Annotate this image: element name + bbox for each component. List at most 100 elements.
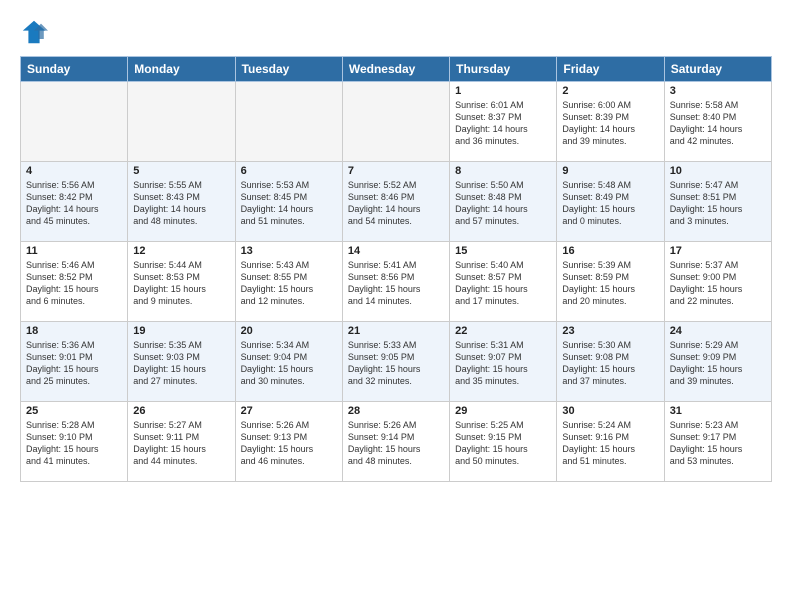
calendar-day-25: 25Sunrise: 5:28 AM Sunset: 9:10 PM Dayli… [21, 402, 128, 482]
calendar-week-row: 25Sunrise: 5:28 AM Sunset: 9:10 PM Dayli… [21, 402, 772, 482]
calendar-day-26: 26 Sunrise: 5:27 AM Sunset: 9:11 PM Dayli… [128, 402, 235, 482]
day-number: 9 [562, 165, 658, 177]
day-number: 30 [562, 405, 658, 417]
calendar-header-row: SundayMondayTuesdayWednesdayThursdayFrid… [21, 57, 772, 82]
day-info: Sunrise: 5:25 AM Sunset: 9:15 PM Dayligh… [455, 419, 551, 468]
day-info: Sunrise: 5:34 AM Sunset: 9:04 PM Dayligh… [241, 339, 337, 388]
day-number: 15 [455, 245, 551, 257]
day-info: Sunrise: 5:31 AM Sunset: 9:07 PM Dayligh… [455, 339, 551, 388]
calendar-day-10: 10Sunrise: 5:47 AM Sunset: 8:51 PM Dayli… [664, 162, 771, 242]
calendar-day-19: 19Sunrise: 5:35 AM Sunset: 9:03 PM Dayli… [128, 322, 235, 402]
calendar-day-18: 18 Sunrise: 5:36 AM Sunset: 9:01 PM Dayli… [21, 322, 128, 402]
calendar-day-4: 4 Sunrise: 5:56 AM Sunset: 8:42 PM Daylig… [21, 162, 128, 242]
day-info: Sunrise: 5:30 AM Sunset: 9:08 PM Dayligh… [562, 339, 658, 388]
logo [20, 18, 52, 46]
day-number: 18 [26, 325, 122, 337]
day-number: 14 [348, 245, 444, 257]
day-number: 1 [455, 85, 551, 97]
calendar-day-27: 27 Sunrise: 5:26 AM Sunset: 9:13 PM Dayli… [235, 402, 342, 482]
day-number: 4 [26, 165, 122, 177]
day-info: Sunrise: 5:53 AM Sunset: 8:45 PM Dayligh… [241, 179, 337, 228]
calendar-day-9: 9 Sunrise: 5:48 AM Sunset: 8:49 PM Daylig… [557, 162, 664, 242]
day-number: 21 [348, 325, 444, 337]
day-info: Sunrise: 5:33 AM Sunset: 9:05 PM Dayligh… [348, 339, 444, 388]
day-info: Sunrise: 5:52 AM Sunset: 8:46 PM Dayligh… [348, 179, 444, 228]
calendar-day-21: 21 Sunrise: 5:33 AM Sunset: 9:05 PM Dayli… [342, 322, 449, 402]
calendar-day-30: 30 Sunrise: 5:24 AM Sunset: 9:16 PM Dayli… [557, 402, 664, 482]
calendar-day-6: 6 Sunrise: 5:53 AM Sunset: 8:45 PM Daylig… [235, 162, 342, 242]
calendar-week-row: 18 Sunrise: 5:36 AM Sunset: 9:01 PM Dayli… [21, 322, 772, 402]
col-header-sunday: Sunday [21, 57, 128, 82]
day-info: Sunrise: 5:41 AM Sunset: 8:56 PM Dayligh… [348, 259, 444, 308]
day-info: Sunrise: 5:36 AM Sunset: 9:01 PM Dayligh… [26, 339, 122, 388]
calendar-day-20: 20 Sunrise: 5:34 AM Sunset: 9:04 PM Dayli… [235, 322, 342, 402]
day-info: Sunrise: 5:43 AM Sunset: 8:55 PM Dayligh… [241, 259, 337, 308]
day-number: 12 [133, 245, 229, 257]
day-number: 31 [670, 405, 766, 417]
day-info: Sunrise: 5:48 AM Sunset: 8:49 PM Dayligh… [562, 179, 658, 228]
day-number: 28 [348, 405, 444, 417]
calendar-day-14: 14 Sunrise: 5:41 AM Sunset: 8:56 PM Dayli… [342, 242, 449, 322]
calendar-week-row: 1 Sunrise: 6:01 AM Sunset: 8:37 PM Daylig… [21, 82, 772, 162]
logo-icon [20, 18, 48, 46]
day-number: 25 [26, 405, 122, 417]
day-info: Sunrise: 5:24 AM Sunset: 9:16 PM Dayligh… [562, 419, 658, 468]
calendar-day-29: 29 Sunrise: 5:25 AM Sunset: 9:15 PM Dayli… [450, 402, 557, 482]
calendar-week-row: 4 Sunrise: 5:56 AM Sunset: 8:42 PM Daylig… [21, 162, 772, 242]
day-info: Sunrise: 5:50 AM Sunset: 8:48 PM Dayligh… [455, 179, 551, 228]
calendar-day-8: 8 Sunrise: 5:50 AM Sunset: 8:48 PM Daylig… [450, 162, 557, 242]
calendar-table: SundayMondayTuesdayWednesdayThursdayFrid… [20, 56, 772, 482]
day-number: 20 [241, 325, 337, 337]
calendar-empty-cell [342, 82, 449, 162]
day-info: Sunrise: 6:00 AM Sunset: 8:39 PM Dayligh… [562, 99, 658, 148]
day-number: 11 [26, 245, 122, 257]
col-header-monday: Monday [128, 57, 235, 82]
col-header-saturday: Saturday [664, 57, 771, 82]
calendar-day-12: 12Sunrise: 5:44 AM Sunset: 8:53 PM Dayli… [128, 242, 235, 322]
calendar-day-2: 2Sunrise: 6:00 AM Sunset: 8:39 PM Daylig… [557, 82, 664, 162]
page-container: SundayMondayTuesdayWednesdayThursdayFrid… [0, 0, 792, 492]
col-header-wednesday: Wednesday [342, 57, 449, 82]
calendar-day-11: 11 Sunrise: 5:46 AM Sunset: 8:52 PM Dayli… [21, 242, 128, 322]
day-number: 8 [455, 165, 551, 177]
calendar-day-24: 24 Sunrise: 5:29 AM Sunset: 9:09 PM Dayli… [664, 322, 771, 402]
calendar-day-17: 17 Sunrise: 5:37 AM Sunset: 9:00 PM Dayli… [664, 242, 771, 322]
day-info: Sunrise: 5:58 AM Sunset: 8:40 PM Dayligh… [670, 99, 766, 148]
header [20, 18, 772, 46]
day-info: Sunrise: 5:47 AM Sunset: 8:51 PM Dayligh… [670, 179, 766, 228]
calendar-day-28: 28 Sunrise: 5:26 AM Sunset: 9:14 PM Dayli… [342, 402, 449, 482]
calendar-day-15: 15 Sunrise: 5:40 AM Sunset: 8:57 PM Dayli… [450, 242, 557, 322]
day-info: Sunrise: 5:26 AM Sunset: 9:14 PM Dayligh… [348, 419, 444, 468]
calendar-empty-cell [21, 82, 128, 162]
day-number: 29 [455, 405, 551, 417]
day-info: Sunrise: 5:46 AM Sunset: 8:52 PM Dayligh… [26, 259, 122, 308]
calendar-empty-cell [235, 82, 342, 162]
day-number: 27 [241, 405, 337, 417]
col-header-tuesday: Tuesday [235, 57, 342, 82]
day-number: 22 [455, 325, 551, 337]
day-info: Sunrise: 5:40 AM Sunset: 8:57 PM Dayligh… [455, 259, 551, 308]
calendar-day-23: 23 Sunrise: 5:30 AM Sunset: 9:08 PM Dayli… [557, 322, 664, 402]
day-info: Sunrise: 5:26 AM Sunset: 9:13 PM Dayligh… [241, 419, 337, 468]
calendar-day-13: 13 Sunrise: 5:43 AM Sunset: 8:55 PM Dayli… [235, 242, 342, 322]
calendar-day-3: 3 Sunrise: 5:58 AM Sunset: 8:40 PM Daylig… [664, 82, 771, 162]
day-info: Sunrise: 5:55 AM Sunset: 8:43 PM Dayligh… [133, 179, 229, 228]
day-number: 26 [133, 405, 229, 417]
calendar-day-5: 5Sunrise: 5:55 AM Sunset: 8:43 PM Daylig… [128, 162, 235, 242]
calendar-week-row: 11 Sunrise: 5:46 AM Sunset: 8:52 PM Dayli… [21, 242, 772, 322]
day-number: 7 [348, 165, 444, 177]
day-number: 16 [562, 245, 658, 257]
col-header-friday: Friday [557, 57, 664, 82]
day-info: Sunrise: 5:27 AM Sunset: 9:11 PM Dayligh… [133, 419, 229, 468]
day-info: Sunrise: 5:29 AM Sunset: 9:09 PM Dayligh… [670, 339, 766, 388]
day-number: 24 [670, 325, 766, 337]
day-number: 3 [670, 85, 766, 97]
day-info: Sunrise: 5:37 AM Sunset: 9:00 PM Dayligh… [670, 259, 766, 308]
day-info: Sunrise: 6:01 AM Sunset: 8:37 PM Dayligh… [455, 99, 551, 148]
day-info: Sunrise: 5:56 AM Sunset: 8:42 PM Dayligh… [26, 179, 122, 228]
day-number: 23 [562, 325, 658, 337]
col-header-thursday: Thursday [450, 57, 557, 82]
day-number: 6 [241, 165, 337, 177]
day-number: 13 [241, 245, 337, 257]
day-number: 17 [670, 245, 766, 257]
